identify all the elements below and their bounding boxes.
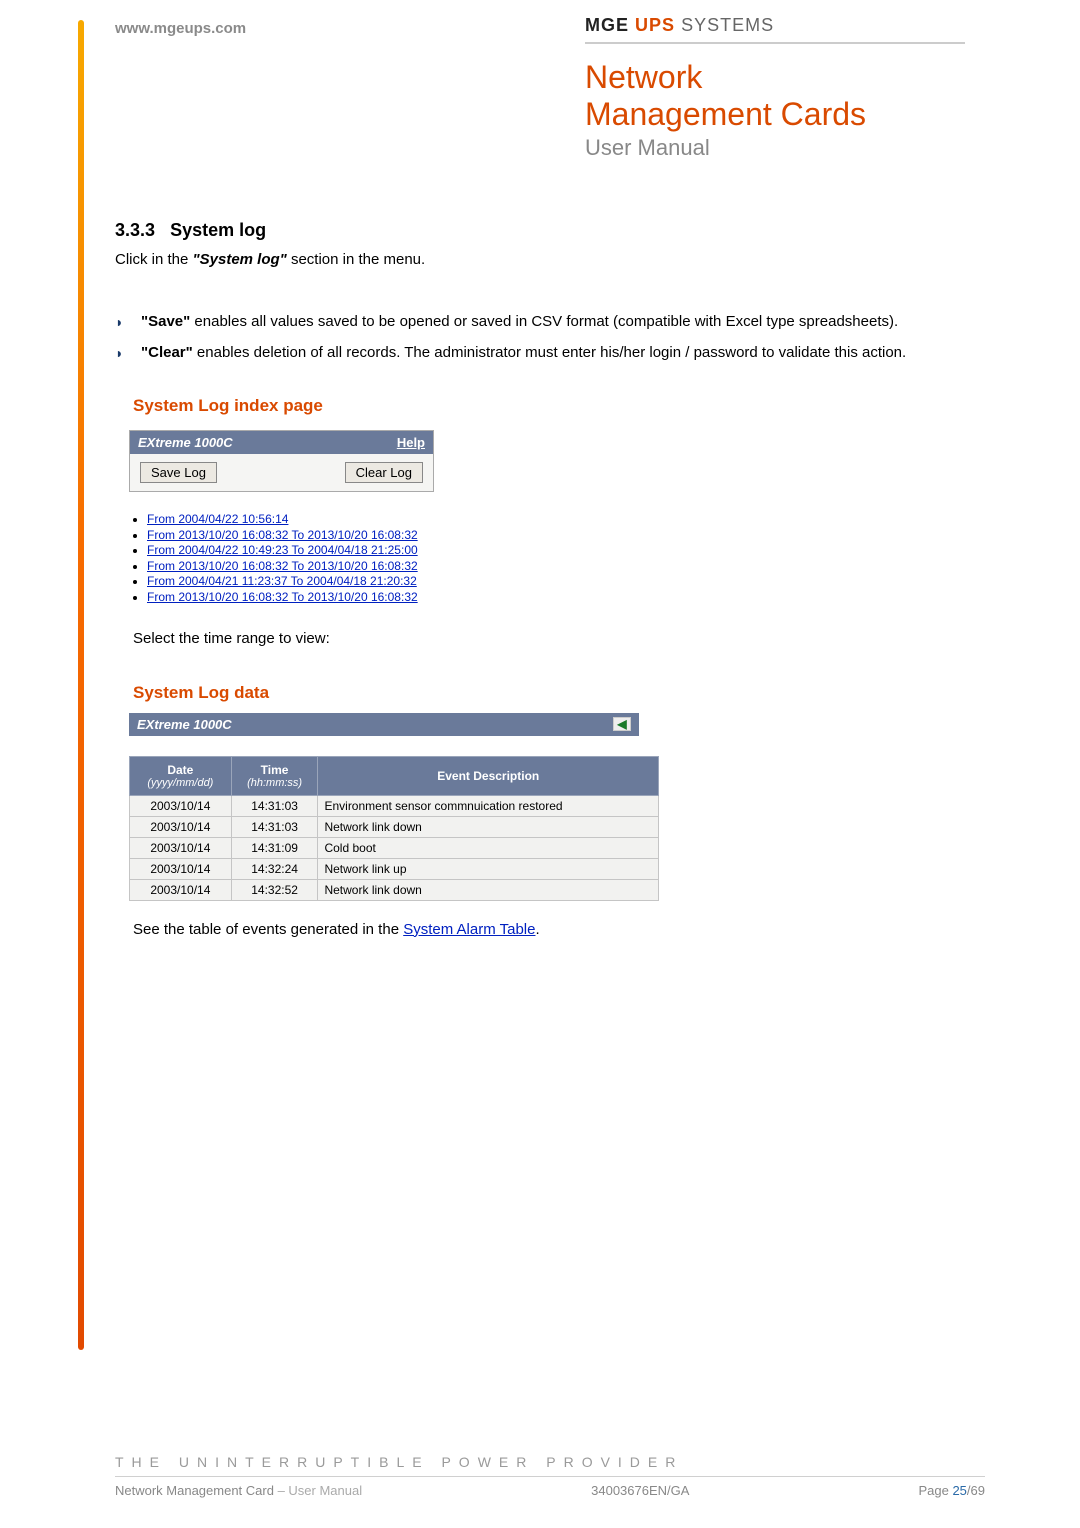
bullet-clear-bold: "Clear" — [141, 344, 193, 361]
col-time-sub: (hh:mm:ss) — [236, 777, 314, 789]
left-accent-stripe — [78, 20, 84, 1350]
bullet-save-bold: "Save" — [141, 313, 190, 330]
page-total: /69 — [967, 1483, 985, 1498]
footer-page: Page 25/69 — [918, 1483, 985, 1498]
content: 3.3.3 System log Click in the "System lo… — [115, 220, 985, 938]
cell-date: 2003/10/14 — [130, 858, 232, 879]
time-range-link[interactable]: From 2004/04/22 10:49:23 To 2004/04/18 2… — [147, 543, 418, 557]
cell-date: 2003/10/14 — [130, 816, 232, 837]
section-intro: Click in the "System log" section in the… — [115, 251, 985, 268]
select-range-text: Select the time range to view: — [133, 630, 985, 647]
cell-time: 14:31:09 — [231, 837, 318, 858]
cell-event: Network link down — [318, 879, 659, 900]
save-log-button[interactable]: Save Log — [140, 462, 217, 483]
footer-doc-sub: – User Manual — [274, 1483, 362, 1498]
index-panel-body: Save Log Clear Log — [130, 454, 433, 491]
intro-pre: Click in the — [115, 251, 193, 268]
table-row: 2003/10/1414:31:03Environment sensor com… — [130, 795, 659, 816]
section-title: System log — [170, 220, 266, 240]
brand-sys: SYSTEMS — [681, 15, 774, 35]
doc-title-line2: Management Cards — [585, 96, 866, 132]
footer: THE UNINTERRUPTIBLE POWER PROVIDER Netwo… — [115, 1454, 985, 1498]
table-row: 2003/10/1414:31:09Cold boot — [130, 837, 659, 858]
bullet-clear: "Clear" enables deletion of all records.… — [115, 339, 985, 366]
brand-logo: MGE UPS SYSTEMS — [585, 15, 965, 44]
time-range-link[interactable]: From 2013/10/20 16:08:32 To 2013/10/20 1… — [147, 559, 418, 573]
cell-time: 14:32:52 — [231, 879, 318, 900]
section-number: 3.3.3 — [115, 220, 155, 240]
bullet-save-text: enables all values saved to be opened or… — [190, 313, 898, 330]
brand-ups: UPS — [635, 15, 675, 35]
time-range-item: From 2004/04/22 10:56:14 — [147, 512, 985, 528]
bullet-clear-text: enables deletion of all records. The adm… — [193, 344, 906, 361]
footer-doc: Network Management Card – User Manual — [115, 1483, 362, 1498]
see-pre: See the table of events generated in the — [133, 921, 403, 938]
col-event: Event Description — [318, 756, 659, 795]
back-arrow-icon[interactable]: ◀ — [613, 717, 631, 731]
index-device-name: EXtreme 1000C — [138, 435, 233, 450]
time-range-item: From 2013/10/20 16:08:32 To 2013/10/20 1… — [147, 528, 985, 544]
time-range-list: From 2004/04/22 10:56:14 From 2013/10/20… — [133, 512, 985, 606]
time-range-item: From 2004/04/22 10:49:23 To 2004/04/18 2… — [147, 543, 985, 559]
col-time-label: Time — [261, 763, 289, 777]
tagline: THE UNINTERRUPTIBLE POWER PROVIDER — [115, 1454, 985, 1477]
cell-event: Network link up — [318, 858, 659, 879]
log-data-bar: EXtreme 1000C ◀ — [129, 713, 639, 736]
cell-event: Environment sensor commnuication restore… — [318, 795, 659, 816]
table-row: 2003/10/1414:32:24Network link up — [130, 858, 659, 879]
bullet-save: "Save" enables all values saved to be op… — [115, 308, 985, 335]
index-panel: EXtreme 1000C Help Save Log Clear Log — [129, 430, 434, 492]
cell-time: 14:32:24 — [231, 858, 318, 879]
cell-event: Network link down — [318, 816, 659, 837]
intro-post: section in the menu. — [287, 251, 425, 268]
col-date-sub: (yyyy/mm/dd) — [134, 777, 227, 789]
table-row: 2003/10/1414:32:52Network link down — [130, 879, 659, 900]
page-label: Page — [918, 1483, 952, 1498]
cell-date: 2003/10/14 — [130, 837, 232, 858]
clear-log-button[interactable]: Clear Log — [345, 462, 423, 483]
time-range-link[interactable]: From 2004/04/21 11:23:37 To 2004/04/18 2… — [147, 574, 417, 588]
system-alarm-table-link[interactable]: System Alarm Table — [403, 921, 535, 938]
index-panel-header: EXtreme 1000C Help — [130, 431, 433, 454]
doc-title-line1: Network — [585, 59, 702, 95]
cell-time: 14:31:03 — [231, 816, 318, 837]
time-range-item: From 2013/10/20 16:08:32 To 2013/10/20 1… — [147, 559, 985, 575]
cell-date: 2003/10/14 — [130, 879, 232, 900]
footer-line: Network Management Card – User Manual 34… — [115, 1483, 985, 1498]
bullet-list: "Save" enables all values saved to be op… — [115, 308, 985, 366]
log-table: Date(yyyy/mm/dd) Time(hh:mm:ss) Event De… — [129, 756, 659, 901]
brand-mge: MGE — [585, 15, 629, 35]
col-date-label: Date — [167, 763, 193, 777]
header-right: MGE UPS SYSTEMS Network Management Cards… — [585, 15, 965, 161]
time-range-link[interactable]: From 2013/10/20 16:08:32 To 2013/10/20 1… — [147, 528, 418, 542]
cell-date: 2003/10/14 — [130, 795, 232, 816]
log-data-heading: System Log data — [133, 683, 985, 703]
cell-event: Cold boot — [318, 837, 659, 858]
site-url: www.mgeups.com — [115, 20, 246, 37]
footer-doc-code: 34003676EN/GA — [591, 1483, 689, 1498]
doc-subtitle: User Manual — [585, 135, 965, 161]
help-link[interactable]: Help — [397, 435, 425, 450]
time-range-item: From 2013/10/20 16:08:32 To 2013/10/20 1… — [147, 590, 985, 606]
col-date: Date(yyyy/mm/dd) — [130, 756, 232, 795]
see-post: . — [535, 921, 539, 938]
table-row: 2003/10/1414:31:03Network link down — [130, 816, 659, 837]
section-heading: 3.3.3 System log — [115, 220, 985, 241]
see-alarm-text: See the table of events generated in the… — [133, 921, 985, 938]
log-data-device: EXtreme 1000C — [137, 717, 232, 732]
footer-doc-name: Network Management Card — [115, 1483, 274, 1498]
col-time: Time(hh:mm:ss) — [231, 756, 318, 795]
cell-time: 14:31:03 — [231, 795, 318, 816]
page-current: 25 — [952, 1483, 966, 1498]
doc-title: Network Management Cards — [585, 59, 965, 133]
time-range-link[interactable]: From 2004/04/22 10:56:14 — [147, 512, 288, 526]
intro-bold: "System log" — [193, 251, 287, 268]
time-range-link[interactable]: From 2013/10/20 16:08:32 To 2013/10/20 1… — [147, 590, 418, 604]
index-page-heading: System Log index page — [133, 396, 985, 416]
time-range-item: From 2004/04/21 11:23:37 To 2004/04/18 2… — [147, 574, 985, 590]
